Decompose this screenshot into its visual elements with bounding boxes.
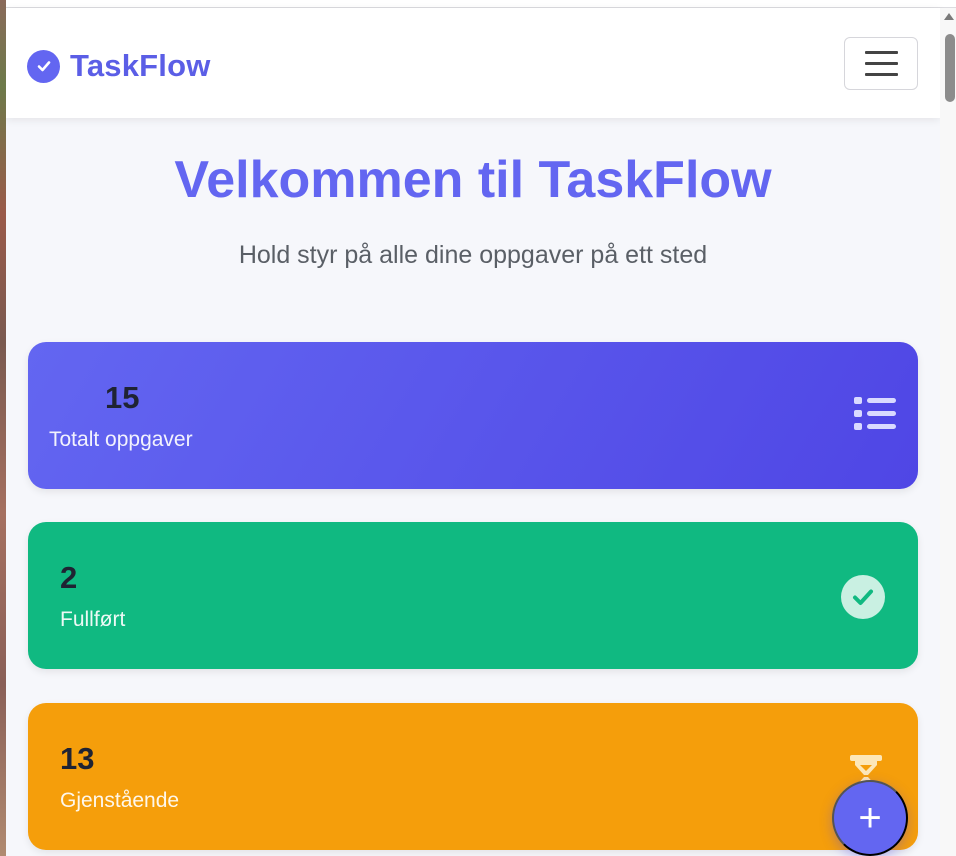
stat-card-total: 15 Totalt oppgaver [28,342,918,489]
plus-icon: + [858,796,882,840]
menu-toggle-button[interactable] [844,37,918,90]
page-title: Velkommen til TaskFlow [174,151,772,209]
brand-link[interactable]: TaskFlow [27,46,211,86]
stat-label: Gjenstående [60,789,180,812]
scroll-up-arrow-icon[interactable] [944,13,954,20]
browser-window: TaskFlow Velkommen til TaskFlow Hold sty… [6,0,956,856]
scrollbar-thumb[interactable] [945,34,955,102]
hamburger-bar [864,62,898,65]
brand-name: TaskFlow [70,48,211,83]
stat-label: Fullført [60,608,126,631]
navbar: TaskFlow [6,8,940,118]
scrollbar-track[interactable] [940,8,956,856]
stat-card-remaining: 13 Gjenstående [28,703,918,850]
stat-value: 13 [60,741,95,776]
stat-card-completed: 2 Fullført [28,522,918,669]
list-icon [852,394,898,439]
stat-value: 15 [105,380,140,415]
add-task-button[interactable]: + [832,780,908,856]
hamburger-menu-icon [864,51,898,54]
check-circle-icon [840,574,886,625]
check-circle-logo-icon [27,49,60,83]
window-top-edge [6,0,956,8]
stat-label: Totalt oppgaver [49,428,193,451]
page-subtitle: Hold styr på alle dine oppgaver på ett s… [238,241,708,269]
hamburger-bar [864,73,898,76]
stat-value: 2 [60,560,78,595]
